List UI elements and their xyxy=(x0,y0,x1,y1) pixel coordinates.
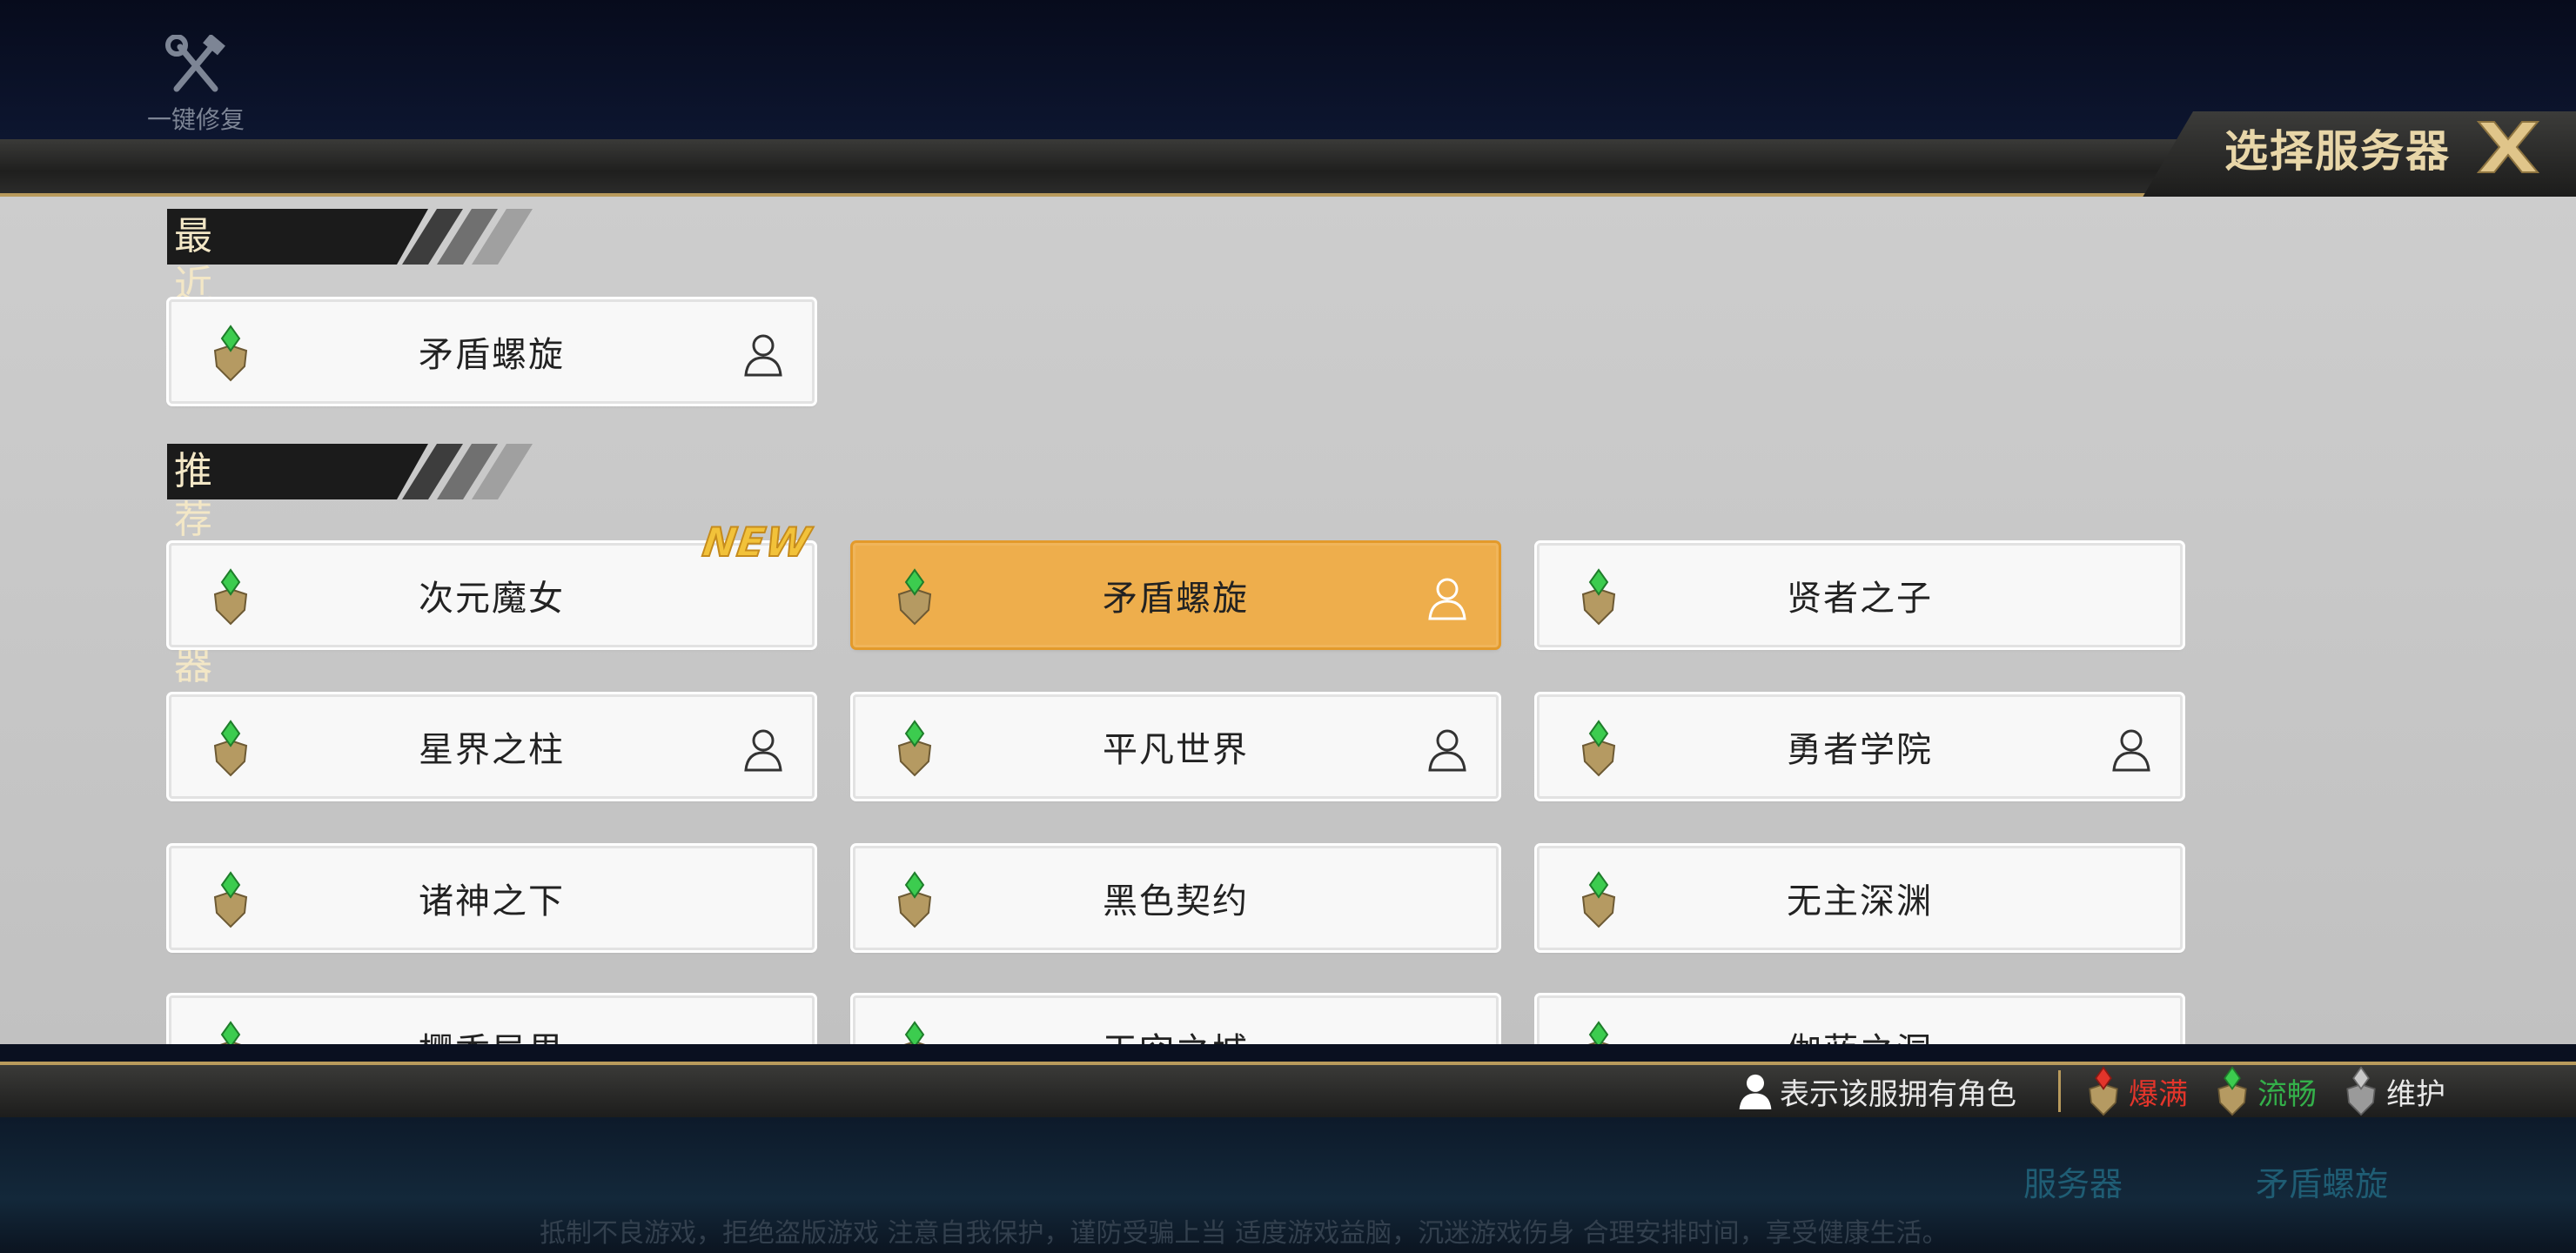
new-badge: NEW xyxy=(699,518,815,566)
legend-full-text: 爆满 xyxy=(2129,1076,2188,1112)
server-card[interactable]: 平凡世界 xyxy=(853,694,1499,799)
user-role-icon xyxy=(2112,729,2150,772)
server-name: 黑色契约 xyxy=(1103,881,1249,921)
server-name: 诸神之下 xyxy=(419,881,565,921)
repair-label: 一键修复 xyxy=(146,105,245,134)
full-status-icon xyxy=(2089,1066,2118,1116)
close-icon[interactable] xyxy=(2473,117,2543,178)
server-name: 矛盾螺旋 xyxy=(1103,579,1249,619)
legend: 表示该服拥有角色 爆满 流畅 维护 xyxy=(1738,1066,2463,1116)
smooth-status-icon xyxy=(2217,1066,2247,1116)
legend-smooth-text: 流畅 xyxy=(2257,1076,2317,1112)
health-notice: 抵制不良游戏，拒绝盗版游戏 注意自我保护，谨防受骗上当 适度游戏益脑，沉迷游戏伤… xyxy=(540,1218,1949,1249)
server-card[interactable]: 伽蓝之洞 xyxy=(1537,995,2183,1044)
server-card[interactable]: 无主深渊 xyxy=(1537,846,2183,950)
server-card[interactable]: 黑色契约 xyxy=(853,846,1499,950)
current-server-value[interactable]: 矛盾螺旋 xyxy=(2256,1157,2388,1205)
server-card[interactable]: 诸神之下 xyxy=(169,846,815,950)
server-name: 平凡世界 xyxy=(1103,730,1249,770)
user-role-icon xyxy=(1428,729,1466,772)
current-server-label[interactable]: 服务器 xyxy=(2023,1157,2123,1205)
one-click-repair-button[interactable]: 一键修复 xyxy=(131,35,261,139)
server-name: 樱香异界 xyxy=(171,998,812,1044)
server-card[interactable]: 樱香异界 xyxy=(169,995,815,1044)
server-name: 伽蓝之洞 xyxy=(1540,998,2180,1044)
page-title: 选择服务器 xyxy=(2224,126,2451,177)
user-role-icon xyxy=(1739,1074,1772,1109)
server-card[interactable]: 勇者学院 xyxy=(1537,694,2183,799)
server-name: 星界之柱 xyxy=(419,730,565,770)
user-role-icon xyxy=(1428,578,1466,620)
server-card[interactable]: 矛盾螺旋 xyxy=(853,543,1499,647)
user-role-icon xyxy=(744,334,782,377)
server-card[interactable]: 贤者之子 xyxy=(1537,543,2183,647)
legend-separator xyxy=(2058,1070,2061,1112)
server-name: 勇者学院 xyxy=(1787,730,1933,770)
legend-role-text: 表示该服拥有角色 xyxy=(1780,1076,2016,1112)
wrench-hammer-icon xyxy=(165,35,225,92)
stripes-decoration xyxy=(402,209,533,265)
stripes-decoration xyxy=(402,444,533,499)
server-name: 天空之城 xyxy=(855,998,1496,1044)
server-name: 无主深渊 xyxy=(1787,881,1933,921)
server-name: 贤者之子 xyxy=(1787,579,1933,619)
recent-server-card[interactable]: 矛盾螺旋 xyxy=(169,299,815,404)
server-name: 矛盾螺旋 xyxy=(419,335,565,375)
legend-maintenance-text: 维护 xyxy=(2386,1076,2445,1112)
user-role-icon xyxy=(744,729,782,772)
server-card[interactable]: 天空之城 xyxy=(853,995,1499,1044)
maintenance-status-icon xyxy=(2346,1066,2376,1116)
server-card[interactable]: 星界之柱 xyxy=(169,694,815,799)
server-list-panel[interactable]: 最近登录 矛盾螺旋 推荐服务器 次元魔女矛盾螺旋贤者之子星界之柱平凡世界勇者学院… xyxy=(0,197,2576,1044)
